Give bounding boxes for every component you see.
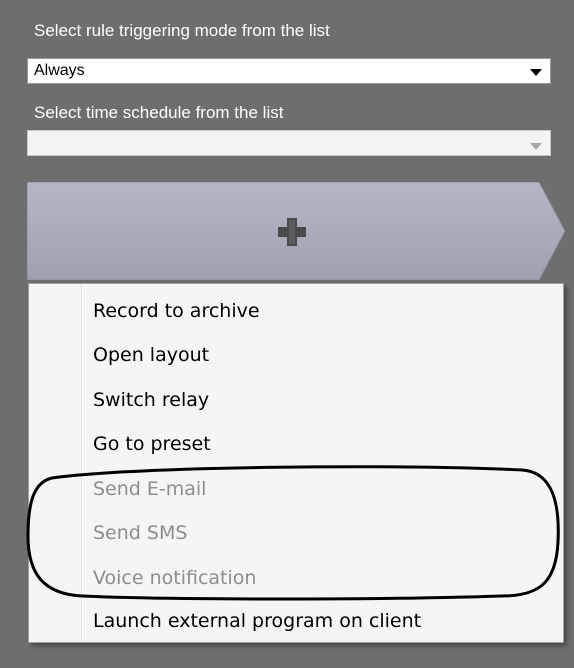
trigger-mode-label: Select rule triggering mode from the lis…	[34, 21, 330, 40]
menu-item-switch-relay[interactable]: Switch relay	[93, 389, 209, 411]
menu-item-voice-notification: Voice notification	[93, 567, 257, 589]
menu-item-send-sms: Send SMS	[93, 522, 188, 544]
rule-settings-panel: Select rule triggering mode from the lis…	[0, 0, 574, 668]
menu-gutter-divider	[81, 284, 83, 642]
trigger-mode-value: Always	[34, 62, 85, 79]
chevron-down-icon	[530, 143, 542, 150]
menu-item-go-to-preset[interactable]: Go to preset	[93, 433, 211, 455]
menu-item-send-email: Send E-mail	[93, 478, 207, 500]
menu-item-launch-external-program[interactable]: Launch external program on client	[93, 610, 421, 632]
action-context-menu: Record to archive Open layout Switch rel…	[28, 283, 564, 643]
trigger-mode-select[interactable]: Always	[27, 58, 551, 84]
schedule-select[interactable]	[27, 130, 551, 156]
chevron-down-icon	[530, 69, 542, 76]
menu-item-record-to-archive[interactable]: Record to archive	[93, 300, 260, 322]
schedule-label: Select time schedule from the list	[34, 103, 284, 122]
add-action-button[interactable]	[27, 182, 567, 280]
menu-item-open-layout[interactable]: Open layout	[93, 344, 209, 366]
